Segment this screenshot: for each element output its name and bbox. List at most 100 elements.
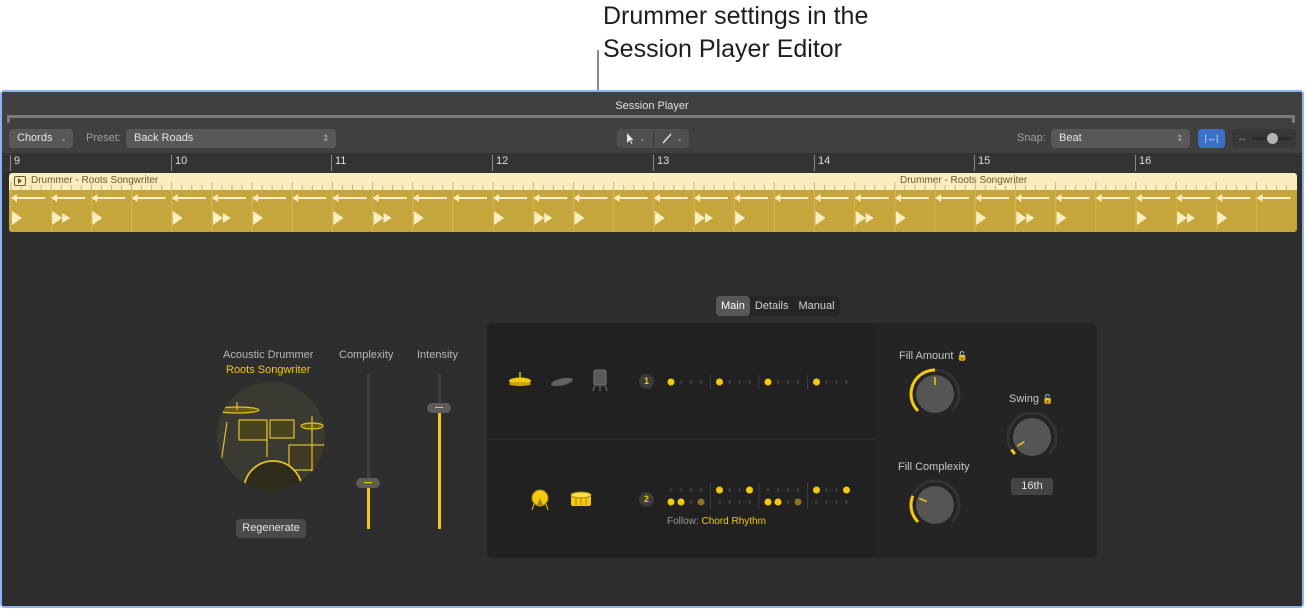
pointer-tool-button[interactable]	[625, 129, 635, 154]
zoom-slider-thumb[interactable]	[1267, 133, 1278, 144]
drummer-region[interactable]: Drummer - Roots Songwriter Drummer - Roo…	[9, 173, 1297, 232]
drummer-name[interactable]: Roots Songwriter	[226, 364, 310, 376]
snare-hit	[534, 211, 545, 225]
beat-step	[689, 488, 693, 492]
swing-knob[interactable]	[1004, 409, 1060, 465]
unlock-icon[interactable]: 🔓	[1042, 394, 1053, 404]
beat-step	[766, 488, 770, 492]
beat-step	[776, 380, 780, 384]
session-player-editor: Session Player Chords ⌄ Preset: Back Roa…	[0, 90, 1304, 608]
unlock-icon[interactable]: 🔓	[956, 351, 967, 361]
beat-step	[679, 488, 683, 492]
tab-main[interactable]: Main	[716, 296, 750, 316]
regenerate-button[interactable]: Regenerate	[236, 519, 306, 538]
beat-step	[737, 380, 742, 384]
snap-dropdown[interactable]: Beat ⇕	[1051, 129, 1190, 148]
ruler-bar: 15	[974, 155, 990, 171]
beat-step	[776, 488, 780, 492]
kick-hit	[1056, 211, 1067, 225]
beat-step	[737, 500, 742, 504]
beat-step	[786, 500, 790, 504]
snare-ghost-hit	[62, 213, 71, 223]
hihat-button[interactable]	[507, 372, 533, 393]
beat-step	[727, 380, 732, 384]
beat-step	[813, 378, 820, 386]
snare-ghost-hit	[1187, 213, 1196, 223]
floor-tom-icon	[592, 369, 608, 392]
kick-hit	[413, 211, 424, 225]
beat-step	[737, 488, 742, 492]
snare-hit	[212, 211, 223, 225]
knob-value-arc	[1010, 448, 1017, 456]
up-down-chevron-icon: ⇕	[322, 133, 330, 143]
snare-hit	[1177, 211, 1188, 225]
fit-width-button[interactable]: |↔|	[1198, 129, 1225, 148]
hihat-icon	[509, 372, 531, 386]
beat-step	[747, 380, 752, 384]
horizontal-zoom-icon: ↔	[1237, 133, 1247, 144]
snare-hit	[373, 211, 384, 225]
beat-step	[677, 498, 685, 506]
complexity-slider-thumb[interactable]	[356, 477, 380, 488]
knob-body	[1013, 418, 1051, 456]
kick-drum-button[interactable]	[530, 489, 550, 516]
cymbal-icon	[551, 377, 573, 387]
row-1-beat-pattern[interactable]	[663, 374, 873, 390]
snare-hit	[855, 211, 866, 225]
kick-hit	[1136, 211, 1147, 225]
preset-dropdown[interactable]: Back Roads ⇕	[126, 129, 336, 148]
toolbar: Chords ⌄ Preset: Back Roads ⇕ ⌄ ⌄ Snap: …	[2, 123, 1302, 153]
beat-step	[667, 498, 675, 506]
kick-hit	[1217, 211, 1228, 225]
snap-value: Beat	[1059, 132, 1082, 144]
chevron-down-icon: ⌄	[60, 134, 67, 143]
beat-step	[796, 380, 800, 384]
beat-step	[689, 380, 693, 384]
beat-step	[727, 488, 732, 492]
region-header: Drummer - Roots Songwriter Drummer - Roo…	[9, 173, 1297, 190]
beat-step	[843, 486, 850, 494]
pencil-tool-button[interactable]	[661, 129, 673, 154]
floor-tom-button[interactable]	[592, 368, 608, 397]
fill-complexity-knob[interactable]	[907, 477, 963, 533]
complexity-label: Complexity	[339, 349, 394, 361]
kick-hit	[12, 211, 22, 225]
beat-pattern-area: 1 2 Follow: Chord Rhythm	[487, 323, 876, 558]
snap-label: Snap:	[1017, 132, 1046, 144]
kick-hit	[333, 211, 344, 225]
fill-amount-text: Fill Amount	[899, 350, 954, 362]
beat-step	[727, 500, 732, 504]
kick-hit	[92, 211, 103, 225]
follow-value[interactable]: Chord Rhythm	[701, 516, 765, 527]
intensity-slider-thumb[interactable]	[427, 403, 451, 414]
drummer-avatar[interactable]	[217, 382, 325, 490]
kick-drum-icon	[531, 489, 549, 511]
region-body	[9, 190, 1297, 232]
beat-step	[716, 378, 723, 386]
editor-tabs: Main Details Manual	[716, 296, 840, 316]
kick-hit	[895, 211, 906, 225]
ruler-bar: 9	[10, 155, 20, 171]
beat-step	[786, 488, 790, 492]
snare-drum-button[interactable]	[569, 491, 593, 514]
snare-ghost-hit	[222, 213, 231, 223]
bar-ruler[interactable]: 9 10 11 12 13 14 15 16	[2, 153, 1302, 173]
mode-dropdown[interactable]: Chords ⌄	[9, 129, 73, 148]
cymbal-button[interactable]	[549, 375, 575, 393]
horizontal-zoom-control: ↔	[1232, 129, 1296, 148]
swing-resolution-selector[interactable]: 16th	[1011, 478, 1053, 495]
snare-ghost-hit	[383, 213, 392, 223]
ruler-bar: 11	[331, 155, 346, 171]
callout-line-1: Drummer settings in the	[603, 2, 869, 30]
up-down-chevron-icon: ⇕	[1176, 133, 1184, 143]
beat-step	[794, 498, 802, 506]
tab-details[interactable]: Details	[750, 296, 794, 316]
window-title: Session Player	[615, 100, 689, 112]
preset-label: Preset:	[86, 132, 121, 144]
follow-label-text: Follow:	[667, 516, 699, 527]
beat-step	[824, 500, 829, 504]
tab-manual[interactable]: Manual	[793, 296, 839, 316]
beat-step	[813, 486, 820, 494]
row-2-beat-pattern[interactable]	[663, 483, 873, 513]
fill-amount-knob[interactable]	[907, 366, 963, 422]
